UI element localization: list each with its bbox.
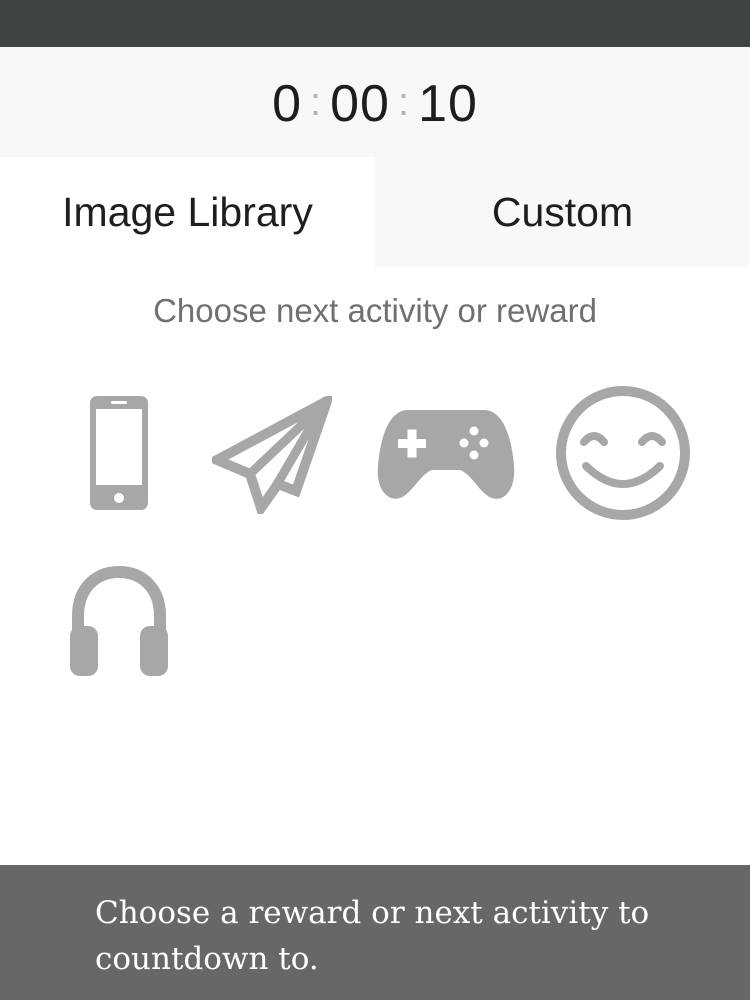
timer-minutes: 00 bbox=[330, 75, 390, 133]
countdown-timer[interactable]: 0:00:10 bbox=[0, 72, 750, 134]
headphones-icon[interactable] bbox=[68, 564, 170, 680]
timer-separator: : bbox=[397, 80, 411, 124]
tab-image-library[interactable]: Image Library bbox=[0, 157, 375, 267]
smiley-face-icon[interactable] bbox=[554, 384, 692, 522]
top-bar bbox=[0, 0, 750, 47]
paper-plane-icon[interactable] bbox=[212, 396, 332, 514]
tab-image-library-label: Image Library bbox=[62, 188, 313, 235]
timer-separator: : bbox=[309, 80, 323, 124]
timer-hours: 0 bbox=[272, 75, 302, 133]
choose-activity-prompt: Choose next activity or reward bbox=[153, 292, 597, 329]
tab-custom[interactable]: Custom bbox=[375, 157, 750, 267]
game-controller-icon[interactable] bbox=[376, 404, 516, 504]
tab-custom-label: Custom bbox=[491, 188, 634, 235]
footer-hint-text: Choose a reward or next activity to coun… bbox=[95, 895, 650, 977]
timer-seconds: 10 bbox=[418, 75, 478, 133]
phone-icon[interactable] bbox=[88, 394, 150, 512]
